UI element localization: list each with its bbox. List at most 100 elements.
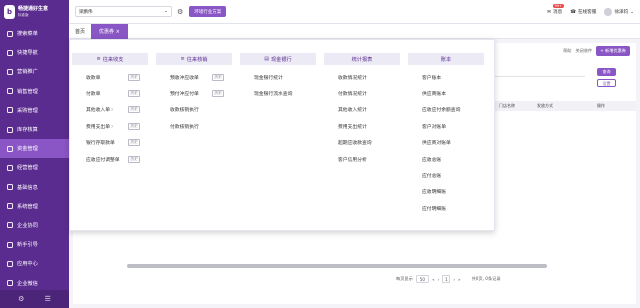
filter-field[interactable] — [495, 67, 585, 77]
per-page-select[interactable]: 50 — [415, 275, 430, 283]
history-tag[interactable]: 历史 — [128, 139, 141, 147]
sidebar-item-label: 企业协同 — [17, 222, 38, 229]
messages-button[interactable]: ✉ 99+ 消息 — [547, 4, 564, 15]
tab-coupons[interactable]: 优惠券 × — [91, 23, 128, 39]
history-tag[interactable]: 历史 — [212, 90, 225, 98]
menu-column-header: 账本 — [408, 53, 484, 65]
menu-item[interactable]: 应收应付调整单 历史 — [70, 151, 150, 167]
sidebar-item-icon — [7, 241, 13, 248]
query-button[interactable]: 查询 — [597, 68, 616, 76]
sidebar-item[interactable]: 采购管理 — [0, 101, 69, 120]
menu-column: ≡ 往来收支 收款单 历史 付款单 历史 其他收入单? 历史 费用支出单? 历史 银行存取款单 历史应… — [70, 40, 150, 167]
sidebar-item[interactable]: 库存核算 — [0, 120, 69, 139]
menu-item[interactable]: 应付总账 — [406, 167, 486, 183]
total-records: 共0页, 0条记录 — [471, 276, 501, 281]
menu-item[interactable]: 付款单 历史 — [70, 85, 150, 101]
last-page-icon[interactable]: » — [458, 277, 461, 282]
menu-item[interactable]: 收款单 历史 — [70, 69, 150, 85]
menu-section-icon: ▤ — [264, 56, 269, 62]
sidebar-item[interactable]: 系统管理 — [0, 197, 69, 216]
sidebar-item[interactable]: 经营管理 — [0, 158, 69, 177]
sidebar-item[interactable]: 新手引导 — [0, 235, 69, 254]
menu-column: 账本客户账本 供应商账本 应收应付余额查询 客户对账单 供应商对账单 应收总账 应付总账 应收… — [406, 40, 486, 217]
menu-column-title: 往来核销 — [186, 56, 208, 63]
history-tag[interactable]: 历史 — [212, 73, 225, 81]
menu-item[interactable]: 现金银行统计 — [238, 69, 318, 85]
online-service-button[interactable]: ☎ 在线客服 — [570, 9, 596, 16]
menu-item[interactable]: 收款核销执行 — [154, 102, 234, 118]
menu-item[interactable]: 费用支出单? 历史 — [70, 118, 150, 134]
page-number[interactable]: 1 — [442, 275, 451, 283]
sidebar-item-icon — [7, 203, 13, 210]
menu-item[interactable]: 付款情况统计 — [322, 85, 402, 101]
sidebar-item-label: 新手引导 — [17, 242, 38, 249]
gear-icon[interactable]: ⚙ — [18, 295, 24, 303]
sidebar-item[interactable]: 快捷导航 — [0, 43, 69, 62]
sidebar-item-icon — [7, 222, 13, 229]
topbar: 梁鹏伟 ⌄ ⚙ 环境行业方案 ✉ 99+ 消息 ☎ 在线客服 徐泽钧 ⌄ — [69, 0, 640, 24]
menu-item-label: 收款情况统计 — [338, 75, 367, 81]
menu-item[interactable]: 现金银行流水查询 — [238, 85, 318, 101]
menu-item[interactable]: 应付明细账 — [406, 200, 486, 216]
sidebar-item-icon — [7, 260, 13, 267]
menu-item[interactable]: 预付冲应付单 历史 — [154, 85, 234, 101]
menu-item[interactable]: 应收应付余额查询 — [406, 102, 486, 118]
industry-solution-button[interactable]: 环境行业方案 — [189, 6, 227, 17]
menu-item[interactable]: 应收明细账 — [406, 184, 486, 200]
sidebar-item[interactable]: 应用中心 — [0, 254, 69, 273]
help-link[interactable]: 帮助 — [563, 48, 571, 54]
prev-page-icon[interactable]: ‹ — [438, 277, 440, 282]
history-tag[interactable]: 历史 — [128, 90, 141, 98]
store-select[interactable]: 梁鹏伟 ⌄ — [75, 6, 172, 17]
menu-column-header: ≡ 往来收支 — [72, 53, 148, 65]
menu-item[interactable]: 费用支出统计 — [322, 118, 402, 134]
horizontal-scrollbar[interactable] — [127, 264, 547, 268]
history-tag[interactable]: 历史 — [128, 106, 141, 114]
menu-item[interactable]: 供应商对账单 — [406, 135, 486, 151]
menu-column-header: ≡ 往来核销 — [156, 53, 232, 65]
sidebar-item[interactable]: 资金管理 — [0, 139, 69, 159]
history-tag[interactable]: 历史 — [128, 155, 141, 163]
setting-button[interactable]: 设置 — [597, 79, 616, 87]
menu-item[interactable]: 其他收入单? 历史 — [70, 102, 150, 118]
sidebar-item[interactable]: 企业协同 — [0, 216, 69, 235]
menu-item[interactable]: 其他收入统计 — [322, 102, 402, 118]
sidebar-item-label: 采购管理 — [17, 107, 38, 114]
menu-item[interactable]: 客户信用分析 — [322, 151, 402, 167]
add-coupon-button[interactable]: + 新增优惠券 — [596, 46, 630, 56]
menu-item[interactable]: 付款核销执行 — [154, 118, 234, 134]
menu-item-label: 费用支出单 — [86, 124, 110, 130]
sidebar-item[interactable]: 销售管理 — [0, 82, 69, 101]
sidebar-item[interactable]: 基础信息 — [0, 178, 69, 197]
user-menu[interactable]: 徐泽钧 ⌄ — [604, 8, 634, 16]
avatar — [604, 8, 613, 16]
collapse-icon[interactable]: ☰ — [45, 295, 51, 303]
menu-column-title: 统计报表 — [351, 56, 373, 63]
next-page-icon[interactable]: › — [453, 277, 455, 282]
sidebar-item-icon — [7, 145, 13, 152]
menu-item[interactable]: 银行存取款单 历史 — [70, 135, 150, 151]
sidebar-item[interactable]: 营销推广 — [0, 62, 69, 81]
sidebar-item-label: 营销推广 — [17, 69, 38, 76]
funds-management-menu: ≡ 往来收支 收款单 历史 付款单 历史 其他收入单? 历史 费用支出单? 历史 银行存取款单 历史应… — [69, 39, 495, 231]
history-tag[interactable]: 历史 — [128, 122, 141, 130]
help-icon[interactable]: ? — [111, 124, 113, 129]
sidebar-item-icon — [7, 30, 13, 37]
menu-item[interactable]: 预收冲应收单 历史 — [154, 69, 234, 85]
first-page-icon[interactable]: « — [432, 277, 435, 282]
close-receive-link[interactable]: 关闭收件 — [575, 48, 592, 54]
menu-item[interactable]: 收款情况统计 — [322, 69, 402, 85]
tab-home[interactable]: 首页 — [69, 24, 91, 39]
menu-item[interactable]: 客户账本 — [406, 69, 486, 85]
logo: b 畅捷通好生意 标准版 — [0, 0, 69, 24]
settings-gear-icon[interactable]: ⚙ — [177, 8, 183, 16]
sidebar: b 畅捷通好生意 标准版 搜索菜单 快捷导航营销推广销售管理采购管理库存核算 资金管… — [0, 0, 69, 308]
sidebar-item[interactable]: 搜索菜单 — [0, 24, 69, 43]
menu-item[interactable]: 超期应收款查询 — [322, 135, 402, 151]
menu-item[interactable]: 应收总账 — [406, 151, 486, 167]
menu-item[interactable]: 供应商账本 — [406, 85, 486, 101]
mail-icon: ✉ — [547, 9, 552, 15]
history-tag[interactable]: 历史 — [128, 73, 141, 81]
menu-item[interactable]: 客户对账单 — [406, 118, 486, 134]
help-icon[interactable]: ? — [111, 107, 113, 112]
